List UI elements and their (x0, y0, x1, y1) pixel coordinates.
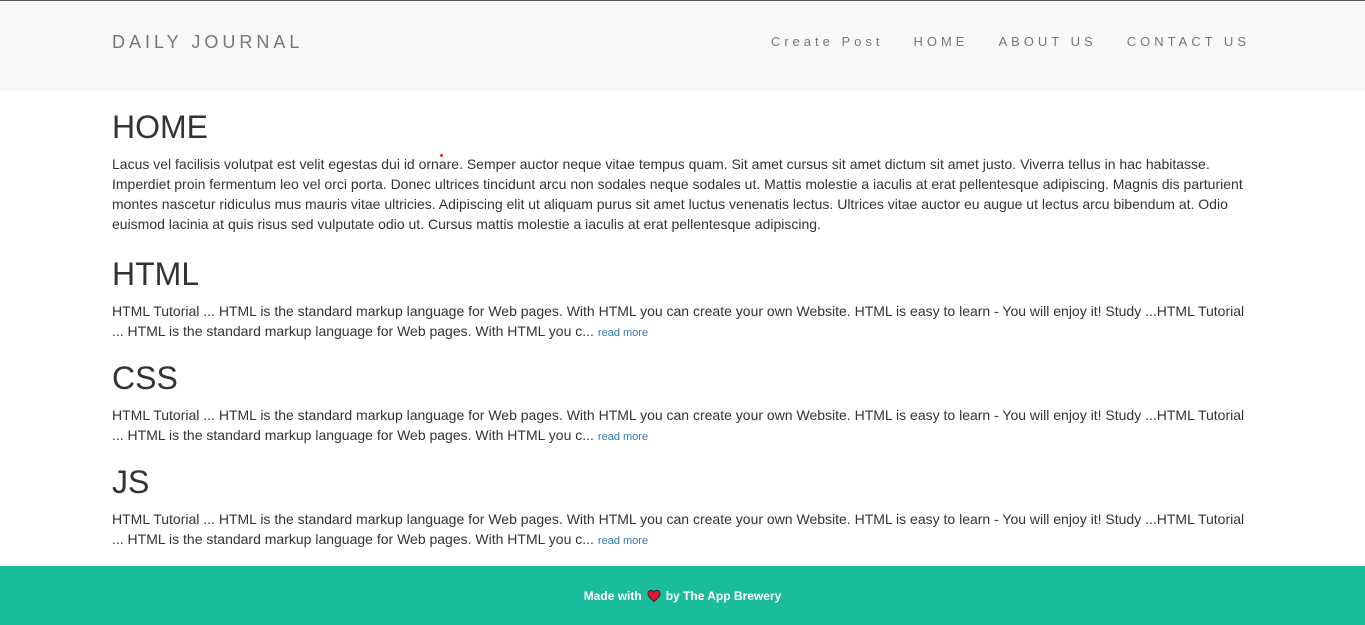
navbar: DAILY JOURNAL Create Post HOME ABOUT US … (0, 1, 1365, 91)
footer: Made with by The App Brewery (0, 566, 1365, 625)
post-excerpt: HTML Tutorial ... HTML is the standard m… (112, 303, 1245, 339)
home-body: Lacus vel facilisis volutpat est velit e… (112, 156, 1243, 232)
post-excerpt-container: HTML Tutorial ... HTML is the standard m… (112, 405, 1252, 447)
main-content: HOME Lacus vel facilisis volutpat est ve… (112, 108, 1252, 567)
post-excerpt: HTML Tutorial ... HTML is the standard m… (112, 407, 1245, 443)
read-more-link[interactable]: read more (598, 327, 648, 339)
post-title: JS (112, 464, 150, 500)
footer-by: by The App Brewery (665, 588, 782, 603)
post-item: HTML HTML Tutorial ... HTML is the stand… (112, 255, 1252, 343)
heart-icon (647, 589, 661, 602)
post-item: CSS HTML Tutorial ... HTML is the standa… (112, 359, 1252, 447)
page-title: HOME (112, 109, 208, 145)
footer-made-with: Made with (583, 588, 642, 603)
read-more-link[interactable]: read more (598, 431, 648, 443)
brand-logo-link[interactable]: DAILY JOURNAL (112, 32, 303, 53)
read-more-link[interactable]: read more (598, 535, 648, 547)
post-excerpt-container: HTML Tutorial ... HTML is the standard m… (112, 301, 1252, 343)
nav-create-post[interactable]: Create Post (771, 34, 884, 49)
post-title: CSS (112, 360, 178, 396)
nav-contact-us[interactable]: CONTACT US (1127, 34, 1250, 49)
post-title: HTML (112, 256, 200, 292)
nav-links: Create Post HOME ABOUT US CONTACT US (741, 34, 1250, 49)
nav-home[interactable]: HOME (913, 34, 968, 49)
home-section: HOME Lacus vel facilisis volutpat est ve… (112, 108, 1252, 234)
cursor-dot (440, 154, 443, 157)
post-item: JS HTML Tutorial ... HTML is the standar… (112, 463, 1252, 551)
nav-about-us[interactable]: ABOUT US (998, 34, 1096, 49)
post-excerpt-container: HTML Tutorial ... HTML is the standard m… (112, 509, 1252, 551)
post-excerpt: HTML Tutorial ... HTML is the standard m… (112, 511, 1245, 547)
